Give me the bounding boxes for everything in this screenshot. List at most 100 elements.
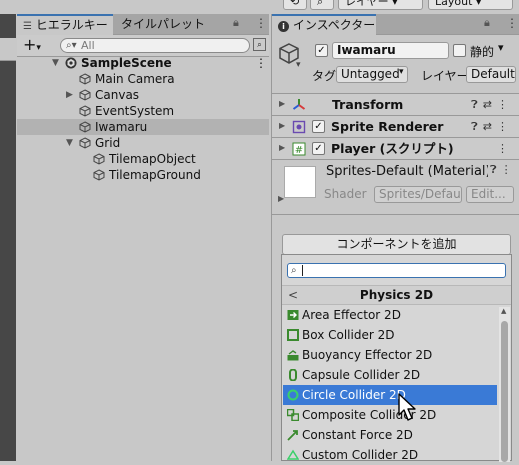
tree-item-main-camera[interactable]: Main Camera	[17, 71, 269, 87]
list-item-composite-collider-2d[interactable]: Composite Collider 2D	[283, 405, 497, 425]
tree-item-label: TilemapObject	[109, 152, 196, 166]
add-component-popup: ⌕ < Physics 2D Area Effector 2D Box Coll…	[281, 254, 512, 462]
object-name-field[interactable]: Iwamaru	[332, 42, 449, 59]
add-button[interactable]: +▾	[23, 36, 41, 57]
sprite-renderer-enabled-checkbox[interactable]: ✓	[312, 120, 325, 133]
tab-inspector-label: インスペクター	[292, 18, 376, 32]
tree-item-grid[interactable]: ▼ Grid	[17, 135, 269, 151]
check-icon: ✓	[314, 121, 323, 132]
tree-item-tilemap-ground[interactable]: TilemapGround	[17, 167, 269, 183]
static-label: 静的	[470, 45, 495, 59]
component-tools[interactable]: ❓︎⇄⋮	[471, 116, 513, 137]
component-search-input[interactable]: ⌕	[287, 263, 506, 278]
material-tools[interactable]: ❓︎⋮	[490, 163, 516, 177]
list-item-circle-collider-2d[interactable]: Circle Collider 2D	[283, 385, 497, 405]
list-item-label: Custom Collider 2D	[302, 448, 419, 462]
expand-icon[interactable]: ▼	[52, 55, 59, 71]
material-name: Sprites-Default (Material)	[326, 164, 488, 179]
list-icon: ☰	[23, 21, 32, 32]
expand-icon[interactable]: ▼	[66, 135, 73, 151]
active-checkbox[interactable]: ✓	[315, 44, 328, 57]
category-header: < Physics 2D	[282, 285, 511, 305]
scene-visibility-icon[interactable]: ⌕	[253, 38, 266, 51]
hierarchy-search-input[interactable]: ⌕▾ All	[60, 38, 250, 53]
gameobject-cube-icon	[79, 137, 91, 149]
lock-icon[interactable]: 🔒︎	[233, 16, 239, 30]
static-dropdown-icon[interactable]: ▾	[498, 41, 504, 54]
search-icon: ⌕	[291, 265, 297, 276]
list-item-area-effector-2d[interactable]: Area Effector 2D	[283, 305, 497, 325]
top-toolbar: ⟲ ⌕ レイヤー ▾ Layout ▾	[0, 0, 519, 14]
history-button[interactable]: ⟲	[283, 0, 307, 10]
more-menu-icon[interactable]: ⋮	[506, 16, 518, 30]
add-component-button-label: コンポーネントを追加	[336, 237, 457, 251]
scene-divider	[0, 60, 16, 61]
tab-tile-palette[interactable]: タイルパレット	[115, 14, 205, 36]
search-placeholder: All	[81, 39, 95, 52]
list-item-box-collider-2d[interactable]: Box Collider 2D	[283, 325, 497, 345]
tree-item-tilemap-object[interactable]: TilemapObject	[17, 151, 269, 167]
list-item-constant-force-2d[interactable]: Constant Force 2D	[283, 425, 497, 445]
tab-inspector[interactable]: i インスペクター	[272, 14, 376, 36]
chevron-down-icon: ▾	[36, 43, 41, 53]
shader-dropdown[interactable]: Sprites/Default	[374, 186, 462, 203]
gameobject-cube-icon	[79, 121, 91, 133]
layers-dropdown[interactable]: レイヤー ▾	[338, 0, 423, 10]
more-menu-icon[interactable]: ⋮	[255, 55, 267, 71]
mouse-cursor-icon	[398, 393, 416, 421]
text-cursor	[302, 265, 303, 276]
tree-item-label: Grid	[95, 136, 121, 150]
add-component-button[interactable]: コンポーネントを追加	[282, 234, 511, 255]
popup-scrollbar[interactable]: ▲	[499, 307, 510, 462]
expand-icon[interactable]: ▶	[279, 99, 285, 108]
layout-dropdown[interactable]: Layout ▾	[428, 0, 513, 10]
expand-icon[interactable]: ▶	[278, 194, 284, 203]
add-button-label: +	[23, 35, 37, 54]
unity-scene-icon	[65, 57, 77, 69]
expand-icon[interactable]: ▶	[279, 143, 285, 152]
list-item-buoyancy-effector-2d[interactable]: Buoyancy Effector 2D	[283, 345, 497, 365]
more-menu-icon[interactable]: ⋮	[255, 16, 267, 30]
component-transform[interactable]: ▶ Transform ❓︎⇄⋮	[272, 93, 519, 115]
expand-icon[interactable]: ▶	[66, 87, 73, 103]
list-item-capsule-collider-2d[interactable]: Capsule Collider 2D	[283, 365, 497, 385]
tree-item-event-system[interactable]: EventSystem	[17, 103, 269, 119]
list-item-label: Box Collider 2D	[302, 328, 395, 342]
check-icon: ✓	[314, 143, 323, 154]
tag-dropdown[interactable]: Untagged	[336, 66, 408, 83]
static-checkbox[interactable]	[453, 44, 466, 57]
list-item-custom-collider-2d[interactable]: Custom Collider 2D	[283, 445, 497, 465]
chevron-down-icon[interactable]: ▾	[296, 60, 301, 70]
tab-hierarchy-label: ヒエラルキー	[35, 18, 108, 32]
expand-icon[interactable]: ▶	[279, 121, 285, 130]
tree-item-iwamaru[interactable]: Iwamaru	[17, 119, 269, 135]
tree-item-label: TilemapGround	[109, 168, 201, 182]
scene-toolbar-edge	[0, 38, 16, 60]
material-section: ▶ Sprites-Default (Material) ❓︎⋮ Shader …	[272, 159, 519, 215]
layers-dropdown-label: レイヤー	[345, 0, 389, 8]
tree-item-scene[interactable]: ▼ SampleScene ⋮	[17, 55, 269, 71]
tree-item-canvas[interactable]: ▶ Canvas	[17, 87, 269, 103]
layer-dropdown[interactable]: Default	[466, 66, 516, 83]
shader-label: Shader	[324, 187, 367, 201]
component-player-script[interactable]: ▶ # ✓ Player (スクリプト) ⋮	[272, 137, 519, 159]
player-enabled-checkbox[interactable]: ✓	[312, 142, 325, 155]
lock-icon[interactable]: 🔒︎	[484, 16, 490, 30]
scroll-up-icon[interactable]: ▲	[501, 307, 506, 315]
search-button[interactable]: ⌕	[310, 0, 334, 10]
layer-label: レイヤー	[421, 69, 469, 83]
gameobject-cube-icon	[93, 169, 105, 181]
component-tools[interactable]: ❓︎⇄⋮	[471, 94, 513, 115]
hierarchy-tabs: ☰ ヒエラルキー タイルパレット 🔒︎ ⋮	[17, 14, 269, 36]
component-name: Sprite Renderer	[331, 119, 444, 134]
component-tools[interactable]: ⋮	[497, 138, 513, 159]
composite-collider-icon	[287, 409, 299, 421]
hierarchy-toolbar: +▾ ⌕▾ All ⌕	[17, 35, 269, 57]
tab-hierarchy[interactable]: ☰ ヒエラルキー	[17, 14, 113, 36]
edit-shader-button[interactable]: Edit...	[466, 186, 514, 203]
component-sprite-renderer[interactable]: ▶ ✓ Sprite Renderer ❓︎⇄⋮	[272, 115, 519, 137]
list-item-label: Circle Collider 2D	[302, 388, 406, 402]
scrollbar-thumb[interactable]	[501, 321, 508, 462]
chevron-down-icon: ▾	[399, 67, 404, 77]
gameobject-cube-icon	[79, 89, 91, 101]
